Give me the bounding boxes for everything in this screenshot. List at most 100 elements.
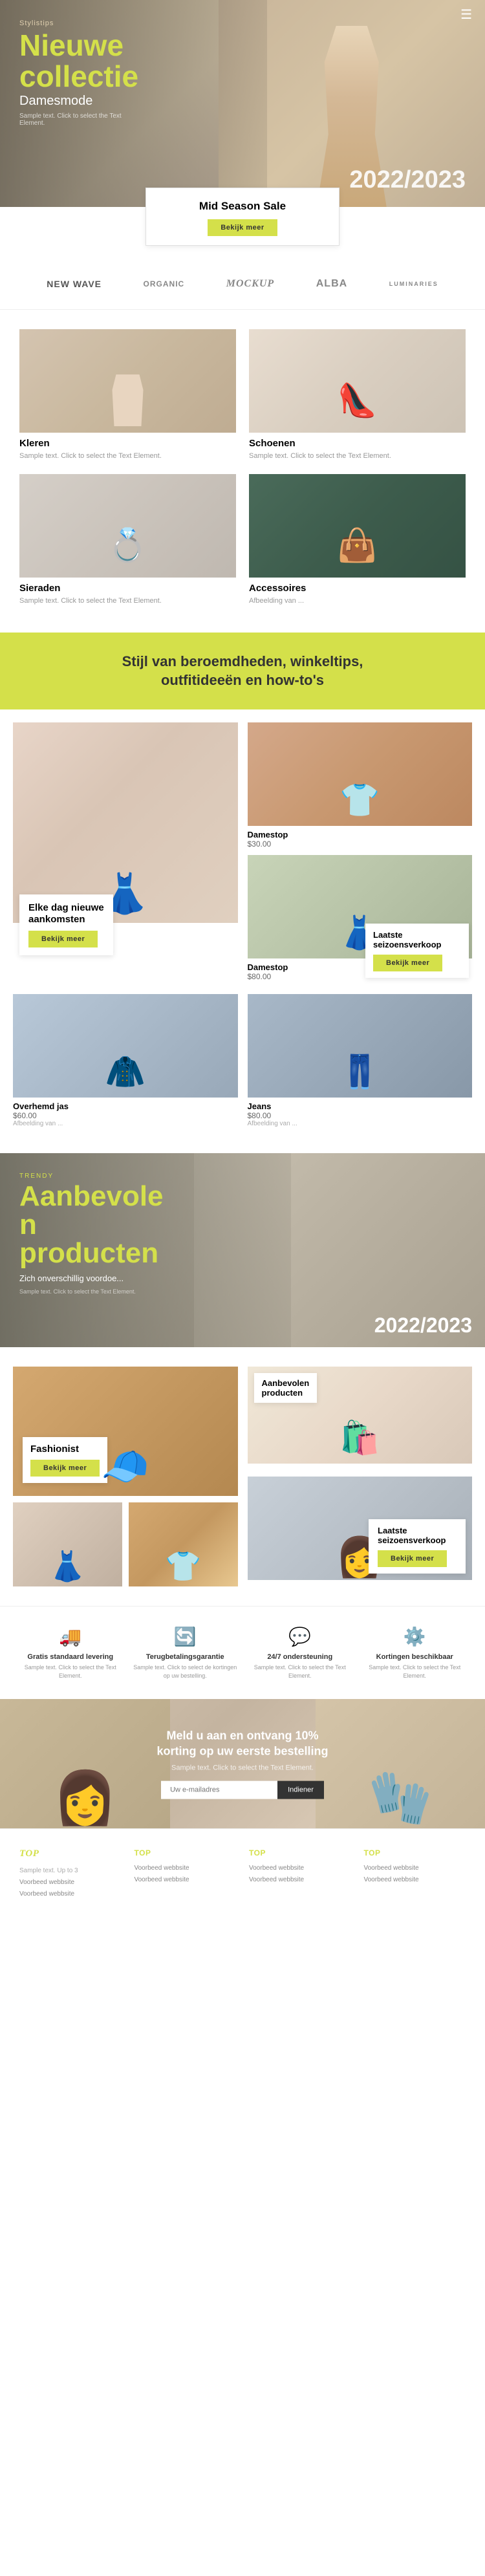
category-kleren-desc: Sample text. Click to select the Text El… [19, 451, 236, 461]
newsletter-input[interactable] [161, 1781, 277, 1799]
kortingen-desc: Sample text. Click to select the Text El… [361, 1663, 469, 1680]
terugbetaling-desc: Sample text. Click to select de kortinge… [131, 1663, 240, 1680]
damestop1-image [248, 722, 473, 826]
footer-col-4-item2[interactable]: Voorbeed webbsite [364, 1876, 466, 1885]
feature-levering: 🚚 Gratis standaard levering Sample text.… [16, 1626, 125, 1680]
fashionist-overlay: Fashionist Bekijk meer [23, 1437, 107, 1483]
overhemdjas-price: $60.00 [13, 1111, 238, 1120]
hero-subtitle: Damesmode [19, 94, 138, 109]
last-sale-button[interactable]: Bekijk meer [373, 955, 442, 971]
footer-col-1: top Sample text. Up to 3 Voorbeed webbsi… [19, 1848, 122, 1901]
fashionist-bottom-images [13, 1502, 238, 1586]
hero2-title: Aanbevole n producten [19, 1182, 164, 1268]
hero2-section: Trendy Aanbevole n producten Zich onvers… [0, 1153, 485, 1347]
hamburger-icon[interactable]: ☰ [460, 8, 472, 22]
hero2-year: 2022/2023 [374, 1314, 472, 1337]
recommended-top: Aanbevolenproducten [248, 1367, 473, 1470]
sale-box-title: Mid Season Sale [162, 200, 323, 213]
hero2-label: Trendy [19, 1173, 164, 1180]
overhemdjas-image [13, 994, 238, 1098]
category-accessoires-image [249, 474, 466, 578]
right-products-stack: Damestop $30.00 Damestop $80.00 Laatste … [248, 722, 473, 981]
fashionist-small-image2 [129, 1502, 238, 1586]
brand-organic: ORGANIC [144, 279, 185, 288]
jeans-name: Jeans [248, 1101, 473, 1111]
kortingen-title: Kortingen beschikbaar [361, 1653, 469, 1661]
category-kleren[interactable]: Kleren Sample text. Click to select the … [19, 329, 236, 461]
product-damestop2[interactable]: Damestop $80.00 Laatste seizoensverkoop … [248, 855, 473, 981]
category-schoenen-name: Schoenen [249, 438, 466, 449]
category-sieraden-desc: Sample text. Click to select the Text El… [19, 596, 236, 606]
category-accessoires-desc: Afbeelding van ... [249, 596, 466, 606]
feature-ondersteuning: 💬 24/7 ondersteuning Sample text. Click … [246, 1626, 354, 1680]
fashionist-main-image: Fashionist Bekijk meer [13, 1367, 238, 1496]
footer-col-1-item1[interactable]: Voorbeed webbsite [19, 1878, 122, 1887]
hero2-content: Trendy Aanbevole n producten Zich onvers… [19, 1173, 164, 1295]
feature-terugbetaling: 🔄 Terugbetalingsgarantie Sample text. Cl… [131, 1626, 240, 1680]
ondersteuning-desc: Sample text. Click to select the Text El… [246, 1663, 354, 1680]
product-damestop1[interactable]: Damestop $30.00 [248, 722, 473, 849]
footer-col-3: top Voorbeed webbsite Voorbeed webbsite [249, 1848, 351, 1901]
last-season-card: Laatste seizoensverkoop Bekijk meer [248, 1477, 473, 1586]
footer-col-4-item1[interactable]: Voorbeed webbsite [364, 1864, 466, 1873]
footer-col-3-item1[interactable]: Voorbeed webbsite [249, 1864, 351, 1873]
featured-product-button[interactable]: Bekijk meer [28, 931, 98, 947]
footer-col-4-title: top [364, 1848, 466, 1857]
fashionist-right: Aanbevolenproducten Laatste seizoensverk… [248, 1367, 473, 1586]
hero-subtag: Stylistips [19, 19, 138, 27]
sale-box: Mid Season Sale Bekijk meer [146, 188, 339, 246]
brand-mockup: Mockup [226, 278, 274, 290]
footer-col-2-item2[interactable]: Voorbeed webbsite [135, 1876, 237, 1885]
footer: top Sample text. Up to 3 Voorbeed webbsi… [0, 1828, 485, 1914]
newsletter-button[interactable]: Indiener [277, 1781, 324, 1799]
hero2-subtitle: Zich onverschillig voordoe... [19, 1273, 149, 1284]
terugbetaling-icon: 🔄 [131, 1626, 240, 1648]
fashionist-button[interactable]: Bekijk meer [30, 1460, 100, 1477]
newsletter-title: Meld u aan en ontvang 10%korting op uw e… [26, 1729, 459, 1759]
last-season-button[interactable]: Bekijk meer [378, 1550, 447, 1567]
category-schoenen[interactable]: Schoenen Sample text. Click to select th… [249, 329, 466, 461]
product-overhemdjas[interactable]: Overhemd jas $60.00 Afbeelding van ... [13, 994, 238, 1127]
brand-alba: Alba [316, 278, 347, 290]
product-jeans[interactable]: Jeans $80.00 Afbeelding van ... [248, 994, 473, 1127]
hero-title: Nieuwe collectie [19, 30, 138, 92]
recommended-title: Aanbevolenproducten [262, 1378, 310, 1398]
last-season-sale-overlay: Laatste seizoensverkoop Bekijk meer [369, 1519, 466, 1574]
hero-year: 2022/2023 [349, 166, 466, 194]
footer-col-1-desc1: Sample text. Up to 3 [19, 1866, 122, 1876]
jeans-image [248, 994, 473, 1098]
newsletter-section: 👩 🧤 Meld u aan en ontvang 10%korting op … [0, 1699, 485, 1828]
footer-col-2-item1[interactable]: Voorbeed webbsite [135, 1864, 237, 1873]
fashionist-small-image1 [13, 1502, 122, 1586]
yellow-banner-text: Stijl van beroemdheden, winkeltips,outfi… [26, 652, 459, 690]
fashionist-left: Fashionist Bekijk meer [13, 1367, 238, 1586]
overhemdjas-name: Overhemd jas [13, 1101, 238, 1111]
sale-box-button[interactable]: Bekijk meer [208, 219, 277, 236]
category-sieraden[interactable]: Sieraden Sample text. Click to select th… [19, 474, 236, 606]
footer-col-3-item2[interactable]: Voorbeed webbsite [249, 1876, 351, 1885]
featured-product-image [13, 722, 238, 923]
category-schoenen-image [249, 329, 466, 433]
levering-icon: 🚚 [16, 1626, 125, 1648]
hero2-description: Sample text. Click to select the Text El… [19, 1288, 164, 1295]
brand-luminaries: LUMINARIES [389, 281, 438, 287]
footer-col-4: top Voorbeed webbsite Voorbeed webbsite [364, 1848, 466, 1901]
category-accessoires[interactable]: Accessoires Afbeelding van ... [249, 474, 466, 606]
sale-box-wrapper: Mid Season Sale Bekijk meer [0, 207, 485, 265]
hero-content: Stylistips Nieuwe collectie Damesmode Sa… [19, 19, 138, 127]
brands-row: NEW WAVE ORGANIC Mockup Alba LUMINARIES [0, 265, 485, 310]
kortingen-icon: ⚙️ [361, 1626, 469, 1648]
last-season-title: Laatste seizoensverkoop [378, 1526, 457, 1545]
overhemdjas-desc: Afbeelding van ... [13, 1120, 238, 1127]
footer-col-1-title: top [19, 1848, 122, 1859]
featured-product-title: Elke dag nieuwe aankomsten [28, 902, 104, 925]
levering-desc: Sample text. Click to select the Text El… [16, 1663, 125, 1680]
footer-col-1-item2[interactable]: Voorbeed webbsite [19, 1890, 122, 1899]
category-kleren-name: Kleren [19, 438, 236, 449]
categories-section: Kleren Sample text. Click to select the … [0, 310, 485, 613]
footer-col-3-title: top [249, 1848, 351, 1857]
footer-grid: top Sample text. Up to 3 Voorbeed webbsi… [19, 1848, 466, 1901]
jeans-price: $80.00 [248, 1111, 473, 1120]
products-section: Elke dag nieuwe aankomsten Bekijk meer D… [0, 709, 485, 994]
last-sale-overlay: Laatste seizoensverkoop Bekijk meer [365, 924, 469, 978]
